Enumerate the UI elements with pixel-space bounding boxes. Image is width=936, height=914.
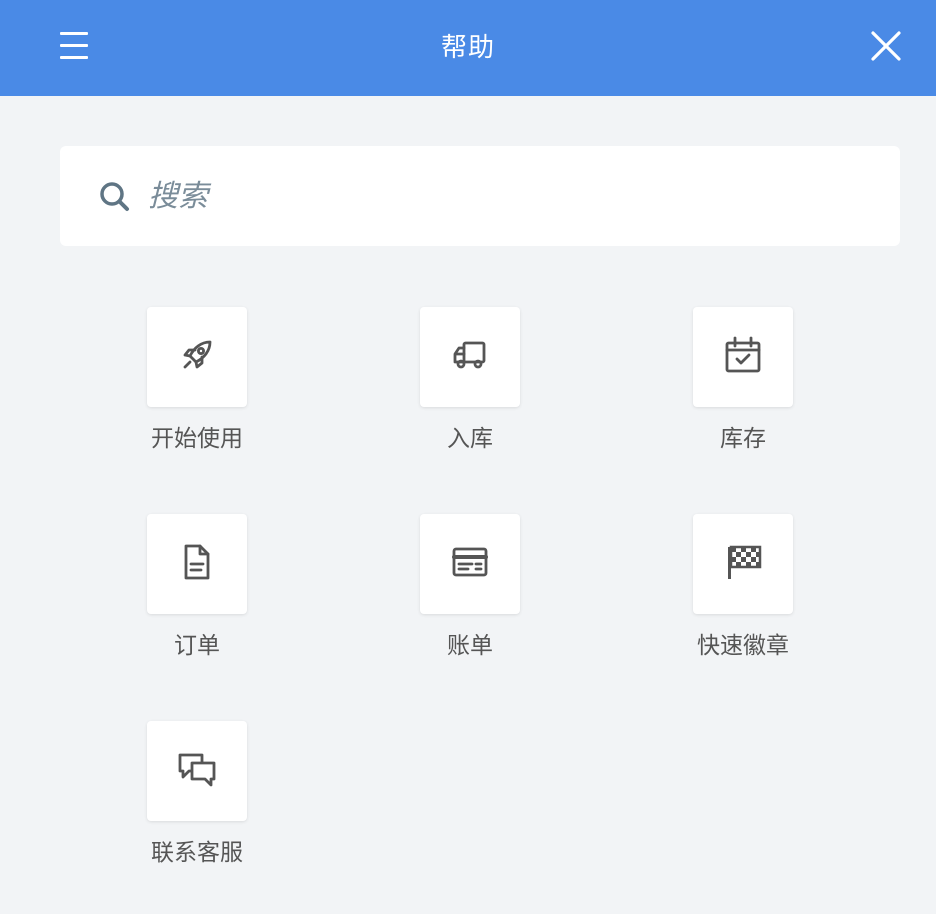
chat-bubbles-icon: [176, 749, 218, 793]
tile-card[interactable]: [420, 307, 520, 407]
help-tile-contact-support[interactable]: 联系客服: [97, 721, 297, 891]
help-tile-inventory[interactable]: 库存: [643, 307, 843, 477]
tile-card[interactable]: [420, 514, 520, 614]
tile-label: 联系客服: [151, 840, 243, 866]
tile-label: 开始使用: [151, 426, 243, 452]
tile-label: 快速徽章: [697, 633, 789, 659]
search-icon[interactable]: [96, 178, 132, 214]
calendar-check-icon: [723, 335, 763, 379]
tile-card[interactable]: [147, 307, 247, 407]
tile-label: 订单: [174, 633, 220, 659]
tile-card[interactable]: [693, 307, 793, 407]
tile-label: 入库: [447, 426, 493, 452]
help-tile-orders[interactable]: 订单: [97, 514, 297, 684]
search-input[interactable]: [148, 170, 868, 222]
help-tile-getting-started[interactable]: 开始使用: [97, 307, 297, 477]
document-icon: [177, 542, 217, 586]
tile-card[interactable]: [693, 514, 793, 614]
tile-label: 库存: [720, 426, 766, 452]
help-tile-inbound[interactable]: 入库: [370, 307, 570, 477]
rocket-icon: [177, 335, 217, 379]
truck-icon: [450, 335, 490, 379]
close-icon[interactable]: [866, 26, 906, 66]
bill-card-icon: [450, 542, 490, 586]
page-title: 帮助: [440, 33, 495, 63]
checkered-flag-icon: [723, 542, 763, 586]
tile-card[interactable]: [147, 514, 247, 614]
app-header: 帮助: [0, 0, 936, 96]
tile-label: 账单: [447, 633, 493, 659]
tile-card[interactable]: [147, 721, 247, 821]
help-tile-billing[interactable]: 账单: [370, 514, 570, 684]
help-tile-quick-badge[interactable]: 快速徽章: [643, 514, 843, 684]
